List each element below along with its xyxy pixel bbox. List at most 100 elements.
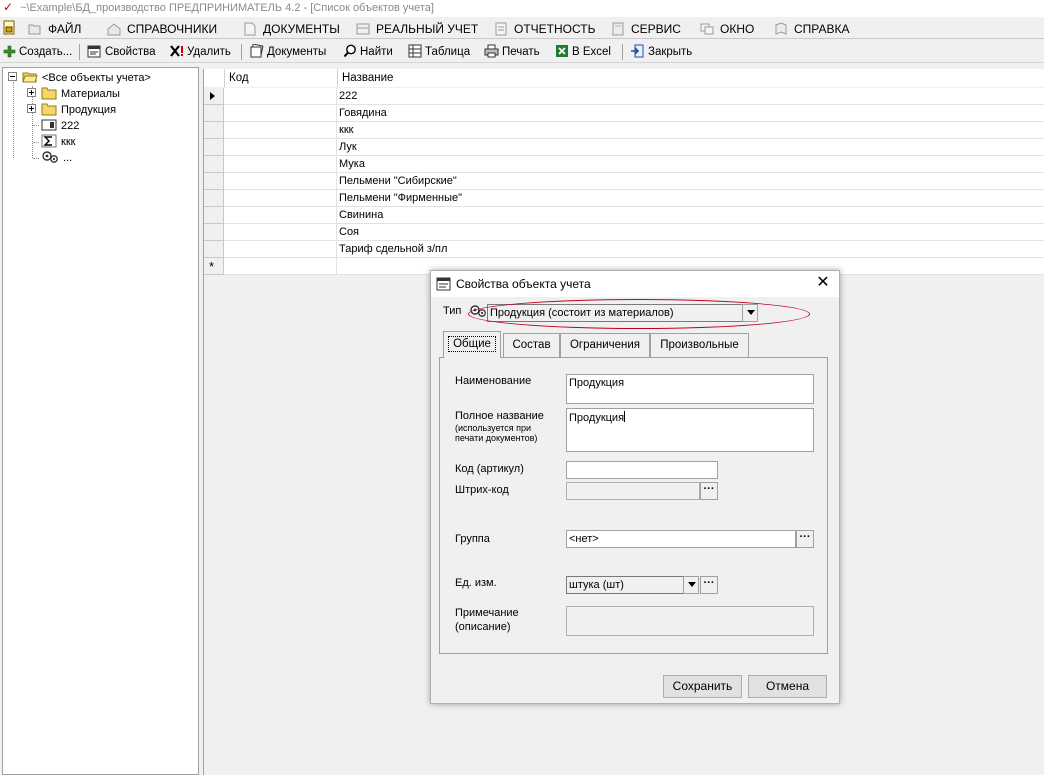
group-label: Группа xyxy=(455,533,490,545)
tab-restrictions[interactable]: Ограничения xyxy=(560,333,650,357)
cell-name[interactable]: Мука xyxy=(338,156,365,173)
unit-dropdown-button[interactable] xyxy=(683,576,699,594)
row-selector[interactable] xyxy=(204,224,224,241)
table-row[interactable]: Мука xyxy=(204,156,1044,173)
cell-code[interactable] xyxy=(225,241,337,258)
table-row[interactable]: ккк xyxy=(204,122,1044,139)
type-dropdown-button[interactable] xyxy=(742,304,758,322)
documents-button[interactable]: Документы xyxy=(249,43,326,61)
unit-select[interactable]: штука (шт) xyxy=(566,576,684,594)
tree-root[interactable]: <Все объекты учета> xyxy=(8,70,151,86)
tab-general[interactable]: Общие xyxy=(443,331,501,358)
cell-code[interactable] xyxy=(225,122,337,139)
cell-name[interactable]: Пельмени "Фирменные" xyxy=(338,190,462,207)
row-selector[interactable]: * xyxy=(204,258,224,275)
cell-name[interactable]: Тариф сдельной з/пл xyxy=(338,241,447,258)
menu-references[interactable]: СПРАВОЧНИКИ xyxy=(107,19,217,39)
collapse-icon[interactable] xyxy=(8,72,17,81)
table-row[interactable]: Пельмени "Сибирские" xyxy=(204,173,1044,190)
properties-button[interactable]: Свойства xyxy=(87,43,156,61)
find-button[interactable]: Найти xyxy=(343,43,393,61)
menu-window[interactable]: ОКНО xyxy=(700,19,754,39)
table-row[interactable]: Пельмени "Фирменные" xyxy=(204,190,1044,207)
expand-icon[interactable] xyxy=(27,104,36,113)
note-field[interactable] xyxy=(566,606,814,636)
cell-name[interactable]: ккк xyxy=(338,122,353,139)
barcode-field[interactable] xyxy=(566,482,700,500)
row-selector[interactable] xyxy=(204,105,224,122)
row-selector[interactable] xyxy=(204,173,224,190)
save-button[interactable]: Сохранить xyxy=(663,675,742,698)
cancel-button[interactable]: Отмена xyxy=(748,675,827,698)
table-row[interactable]: 222 xyxy=(204,88,1044,105)
excel-export-button[interactable]: В Excel xyxy=(555,43,611,61)
column-header-name[interactable]: Название xyxy=(338,69,1044,87)
table-row[interactable]: Лук xyxy=(204,139,1044,156)
cell-code[interactable] xyxy=(225,156,337,173)
full-name-field[interactable]: Продукция xyxy=(566,408,814,452)
help-book-icon xyxy=(775,22,787,35)
row-selector[interactable] xyxy=(204,139,224,156)
cell-code[interactable] xyxy=(225,258,337,275)
cell-name[interactable]: Лук xyxy=(338,139,357,156)
tree-item-kkk[interactable]: ккк xyxy=(41,134,75,150)
cell-code[interactable] xyxy=(225,88,337,105)
type-select[interactable]: Продукция (состоит из материалов) xyxy=(487,304,743,322)
cell-code[interactable] xyxy=(225,224,337,241)
tree-item-materials[interactable]: Материалы xyxy=(27,86,120,102)
row-selector[interactable] xyxy=(204,207,224,224)
row-selector[interactable] xyxy=(204,190,224,207)
group-dots-button[interactable]: ··· xyxy=(796,530,814,548)
create-button[interactable]: Создать... xyxy=(3,43,72,61)
table-row[interactable]: Говядина xyxy=(204,105,1044,122)
cell-name[interactable]: 222 xyxy=(338,88,357,105)
tree-item-222[interactable]: 222 xyxy=(41,118,79,134)
group-field[interactable]: <нет> xyxy=(566,530,796,548)
close-icon[interactable]: ✕ xyxy=(815,275,831,291)
tree-item-products[interactable]: Продукция xyxy=(27,102,116,118)
row-selector[interactable] xyxy=(204,122,224,139)
toolbar-separator xyxy=(622,44,623,60)
cell-code[interactable] xyxy=(225,105,337,122)
code-field[interactable] xyxy=(566,461,718,479)
menu-documents-label: ДОКУМЕНТЫ xyxy=(263,22,340,36)
row-selector[interactable] xyxy=(204,241,224,258)
cell-code[interactable] xyxy=(225,139,337,156)
menu-reports[interactable]: ОТЧЕТНОСТЬ xyxy=(494,19,595,39)
properties-button-label: Свойства xyxy=(105,46,156,58)
find-button-label: Найти xyxy=(360,46,393,58)
expand-icon[interactable] xyxy=(27,88,36,97)
close-button[interactable]: Закрыть xyxy=(630,43,692,61)
table-row[interactable]: Соя xyxy=(204,224,1044,241)
name-field[interactable]: Продукция xyxy=(566,374,814,404)
object-tree[interactable]: <Все объекты учета> Материалы Продукция … xyxy=(2,67,199,775)
unit-dots-button[interactable]: ··· xyxy=(700,576,718,594)
table-button[interactable]: Таблица xyxy=(408,43,470,61)
column-header-code[interactable]: Код xyxy=(225,69,338,87)
tab-composition[interactable]: Состав xyxy=(503,333,560,357)
cell-name[interactable]: Свинина xyxy=(338,207,383,224)
row-selector[interactable] xyxy=(204,156,224,173)
cell-code[interactable] xyxy=(225,173,337,190)
document-lock-icon[interactable] xyxy=(2,20,16,36)
row-selector[interactable] xyxy=(204,88,224,105)
tab-custom[interactable]: Произвольные xyxy=(650,333,749,357)
cell-name[interactable]: Соя xyxy=(338,224,359,241)
tree-item-ellipsis[interactable]: ... xyxy=(41,150,72,166)
menu-help[interactable]: СПРАВКА xyxy=(774,19,850,39)
menu-real-accounting[interactable]: РЕАЛЬНЫЙ УЧЕТ xyxy=(356,19,478,39)
print-button[interactable]: Печать xyxy=(484,43,540,61)
cell-code[interactable] xyxy=(225,190,337,207)
menu-service[interactable]: СЕРВИС xyxy=(611,19,681,39)
cell-name[interactable]: Говядина xyxy=(338,105,387,122)
cell-code[interactable] xyxy=(225,207,337,224)
cell-name[interactable]: Пельмени "Сибирские" xyxy=(338,173,457,190)
delete-button[interactable]: Удалить xyxy=(169,43,231,61)
menu-file[interactable]: ФАЙЛ xyxy=(28,19,81,39)
barcode-dots-button[interactable]: ··· xyxy=(700,482,718,500)
menu-documents[interactable]: ДОКУМЕНТЫ xyxy=(243,19,340,39)
table-row[interactable]: Свинина xyxy=(204,207,1044,224)
material-icon xyxy=(41,119,57,131)
grid-header: Код Название xyxy=(204,69,1044,87)
table-row[interactable]: Тариф сдельной з/пл xyxy=(204,241,1044,258)
